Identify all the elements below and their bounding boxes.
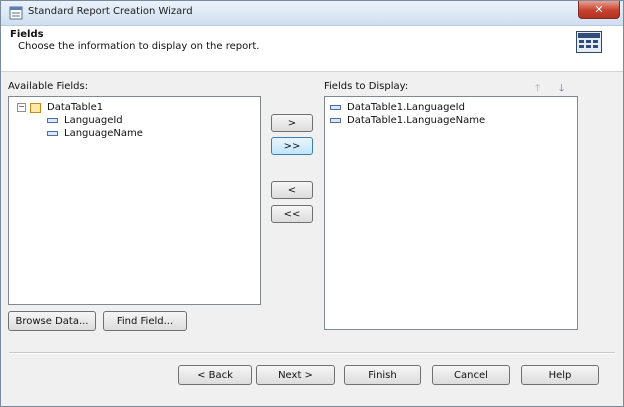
- finish-button[interactable]: Finish: [344, 365, 421, 385]
- next-button[interactable]: Next >: [256, 365, 335, 385]
- field-label: LanguageId: [64, 115, 123, 126]
- close-button[interactable]: ✕: [578, 1, 620, 19]
- display-field-item[interactable]: DataTable1.LanguageName: [330, 114, 485, 127]
- tree-node-datatable[interactable]: DataTable1: [30, 101, 103, 114]
- report-table-icon: [576, 31, 602, 53]
- add-all-fields-button[interactable]: >>: [271, 137, 313, 155]
- help-button[interactable]: Help: [521, 365, 599, 385]
- app-icon: [9, 6, 23, 20]
- field-icon: [330, 105, 341, 110]
- add-field-button[interactable]: >: [271, 114, 313, 132]
- remove-field-button[interactable]: <: [271, 181, 313, 199]
- field-icon: [330, 118, 341, 123]
- tree-field-item[interactable]: LanguageId: [47, 114, 123, 127]
- display-field-item[interactable]: DataTable1.LanguageId: [330, 101, 465, 114]
- available-fields-tree[interactable]: − DataTable1 LanguageId LanguageName: [8, 96, 261, 305]
- browse-data-button[interactable]: Browse Data...: [8, 311, 96, 331]
- field-label: LanguageName: [64, 128, 143, 139]
- field-icon: [47, 118, 58, 123]
- field-icon: [47, 131, 58, 136]
- remove-all-fields-button[interactable]: <<: [271, 205, 313, 223]
- wizard-header: Fields Choose the information to display…: [1, 26, 623, 72]
- tree-field-item[interactable]: LanguageName: [47, 127, 143, 140]
- footer-separator: [9, 352, 615, 354]
- display-fields-list[interactable]: DataTable1.LanguageId DataTable1.Languag…: [324, 96, 578, 330]
- back-button[interactable]: < Back: [178, 365, 252, 385]
- page-subtitle: Choose the information to display on the…: [18, 41, 260, 52]
- close-icon: ✕: [594, 3, 604, 16]
- datatable-icon: [30, 102, 41, 113]
- window-title: Standard Report Creation Wizard: [28, 6, 193, 17]
- fields-to-display-label: Fields to Display:: [324, 81, 409, 92]
- page-title: Fields: [10, 29, 44, 40]
- collapse-icon[interactable]: −: [17, 103, 26, 112]
- available-fields-label: Available Fields:: [8, 81, 89, 92]
- field-label: DataTable1.LanguageName: [347, 115, 486, 126]
- cancel-button[interactable]: Cancel: [432, 365, 510, 385]
- find-field-button[interactable]: Find Field...: [103, 311, 187, 331]
- field-label: DataTable1.LanguageId: [347, 102, 465, 113]
- wizard-window: Standard Report Creation Wizard ✕ Fields…: [0, 0, 624, 407]
- title-bar[interactable]: Standard Report Creation Wizard ✕: [1, 1, 623, 26]
- datatable-label: DataTable1: [47, 102, 104, 113]
